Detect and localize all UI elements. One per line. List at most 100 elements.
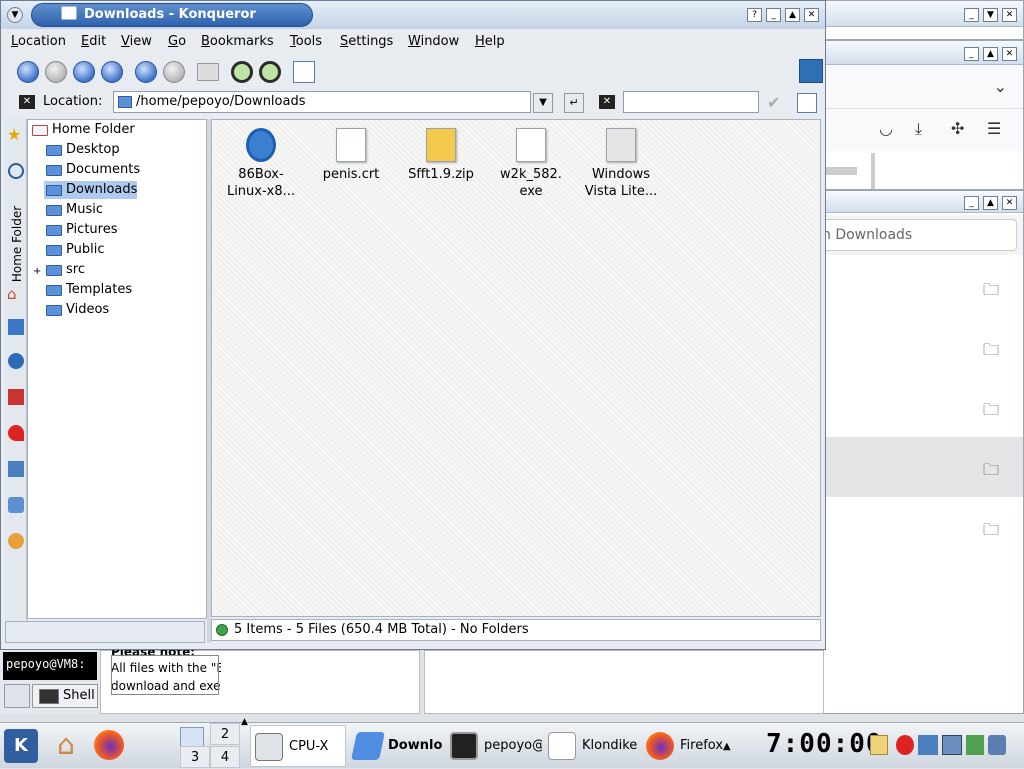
folder-icon[interactable]: 🗀: [983, 519, 999, 546]
pager-desktop-4[interactable]: 4: [210, 746, 240, 768]
home-icon[interactable]: ⌂: [50, 729, 82, 761]
menu-location[interactable]: Location: [11, 34, 66, 49]
tree-item-music[interactable]: Music: [44, 201, 103, 219]
clear-location-icon[interactable]: ✕: [19, 95, 35, 109]
window-menu-icon[interactable]: ▼: [7, 7, 23, 23]
reload-icon[interactable]: [135, 61, 157, 83]
home-icon[interactable]: [101, 61, 123, 83]
minimize-icon[interactable]: _: [964, 46, 979, 61]
tab-home-folder[interactable]: Home Folder: [10, 202, 24, 286]
task-cpu-x[interactable]: CPU-X: [250, 725, 346, 767]
task-klondike[interactable]: Klondike: [544, 725, 640, 767]
go-icon[interactable]: ↵: [564, 93, 584, 113]
extensions-icon[interactable]: ✣: [951, 119, 964, 138]
history-icon[interactable]: [8, 163, 24, 179]
file-item[interactable]: Sfft1.9.zip: [396, 120, 486, 183]
task-terminal[interactable]: pepoyo@: [446, 725, 542, 767]
location-dropdown-icon[interactable]: ▼: [533, 93, 553, 113]
desktop-preview-icon[interactable]: [180, 727, 204, 747]
tab-shell[interactable]: Shell: [32, 684, 98, 708]
menu-window[interactable]: Window: [408, 34, 459, 49]
tree-item-pictures[interactable]: Pictures: [44, 221, 117, 239]
print-icon[interactable]: [197, 63, 219, 81]
zoom-out-icon[interactable]: [259, 61, 281, 83]
menu-view[interactable]: View: [121, 34, 152, 49]
tree-item-desktop[interactable]: Desktop: [44, 141, 120, 159]
task-downloads[interactable]: Downlo: [350, 725, 444, 767]
clock[interactable]: 7:00:00: [766, 729, 883, 759]
download-icon[interactable]: ⤓: [915, 119, 922, 139]
menu-help[interactable]: Help: [475, 34, 505, 49]
tree-item-videos[interactable]: Videos: [44, 301, 109, 319]
home-icon[interactable]: ⌂: [7, 285, 17, 303]
konqueror-titlebar[interactable]: ▼ Downloads - Konqueror ? _ ▲ ✕: [1, 1, 825, 29]
folder-icon[interactable]: 🗀: [983, 339, 999, 366]
maximize-icon[interactable]: ▲: [785, 7, 800, 22]
clear-search-icon[interactable]: ✕: [599, 95, 615, 109]
close-icon[interactable]: ✕: [1002, 195, 1017, 210]
location-input[interactable]: /home/pepoyo/Downloads: [113, 91, 531, 113]
file-item[interactable]: 86Box- Linux-x8...: [216, 120, 306, 200]
close-icon[interactable]: ✕: [1002, 7, 1017, 22]
services-icon[interactable]: [8, 389, 24, 405]
menu-tools[interactable]: Tools: [290, 34, 322, 49]
network-disconnected-icon[interactable]: [896, 735, 914, 755]
zoom-in-icon[interactable]: [231, 61, 253, 83]
task-firefox[interactable]: Firefox▲: [642, 725, 742, 767]
klipper-icon[interactable]: [870, 735, 888, 755]
close-icon[interactable]: ✕: [804, 7, 819, 22]
back-icon[interactable]: [17, 61, 39, 83]
pager-desktop-3[interactable]: 3: [180, 746, 210, 768]
menu-edit[interactable]: Edit: [81, 34, 106, 49]
tree-item-documents[interactable]: Documents: [44, 161, 140, 179]
web-sidebar-icon[interactable]: [8, 533, 24, 549]
search-downloads-input[interactable]: h Downloads: [821, 219, 1017, 251]
menu-bookmarks[interactable]: Bookmarks: [201, 34, 274, 49]
firefox-launcher-icon[interactable]: [94, 730, 124, 760]
file-item[interactable]: penis.crt: [306, 120, 396, 183]
media-icon[interactable]: [8, 319, 24, 335]
menu-settings[interactable]: Settings: [340, 34, 393, 49]
split-view-icon[interactable]: [797, 93, 817, 113]
tree-item-templates[interactable]: Templates: [44, 281, 132, 299]
pocket-icon[interactable]: ◡: [879, 119, 893, 138]
folder-icon[interactable]: 🗀: [983, 279, 999, 306]
tree-item-home-folder[interactable]: Home Folder: [30, 121, 135, 139]
bookmarks-star-icon[interactable]: ★: [7, 125, 21, 144]
bookmark-pin-icon[interactable]: [8, 425, 24, 441]
folder-icon[interactable]: 🗀: [983, 459, 999, 486]
up-icon[interactable]: [73, 61, 95, 83]
display-icon[interactable]: [918, 735, 938, 755]
chevron-down-icon[interactable]: ⌄: [994, 77, 1007, 96]
restore-icon[interactable]: ▼: [983, 7, 998, 22]
menu-go[interactable]: Go: [168, 34, 186, 49]
minimize-icon[interactable]: _: [766, 7, 781, 22]
search-go-icon[interactable]: ✔: [767, 93, 787, 113]
view-mode-icon[interactable]: [293, 61, 315, 83]
storage-icon[interactable]: [8, 497, 24, 513]
pager-desktop-2[interactable]: 2: [210, 723, 240, 745]
close-icon[interactable]: ✕: [1002, 46, 1017, 61]
stop-icon[interactable]: [163, 61, 185, 83]
forward-icon[interactable]: [45, 61, 67, 83]
expand-icon[interactable]: +: [33, 266, 41, 277]
new-tab-button[interactable]: [4, 684, 30, 708]
network-icon[interactable]: [8, 353, 24, 369]
maximize-icon[interactable]: ▲: [983, 195, 998, 210]
file-item[interactable]: Windows Vista Lite...: [576, 120, 666, 200]
devices-icon[interactable]: [8, 461, 24, 477]
tree-item-src[interactable]: src: [44, 261, 85, 279]
help-icon[interactable]: ?: [747, 7, 762, 22]
minimize-icon[interactable]: _: [964, 195, 979, 210]
file-item[interactable]: w2k_582. exe: [486, 120, 576, 200]
kmenu-icon[interactable]: K: [4, 729, 38, 763]
tree-item-downloads[interactable]: Downloads: [44, 181, 138, 199]
folder-icon[interactable]: 🗀: [983, 399, 999, 426]
connections-icon[interactable]: [988, 735, 1006, 755]
maximize-icon[interactable]: ▲: [983, 46, 998, 61]
minimize-icon[interactable]: _: [964, 7, 979, 22]
menu-icon[interactable]: ☰: [987, 119, 1001, 138]
terminal-prompt[interactable]: pepoyo@VM8:: [3, 652, 97, 680]
screen-icon[interactable]: [942, 735, 962, 755]
search-input[interactable]: [623, 91, 759, 113]
